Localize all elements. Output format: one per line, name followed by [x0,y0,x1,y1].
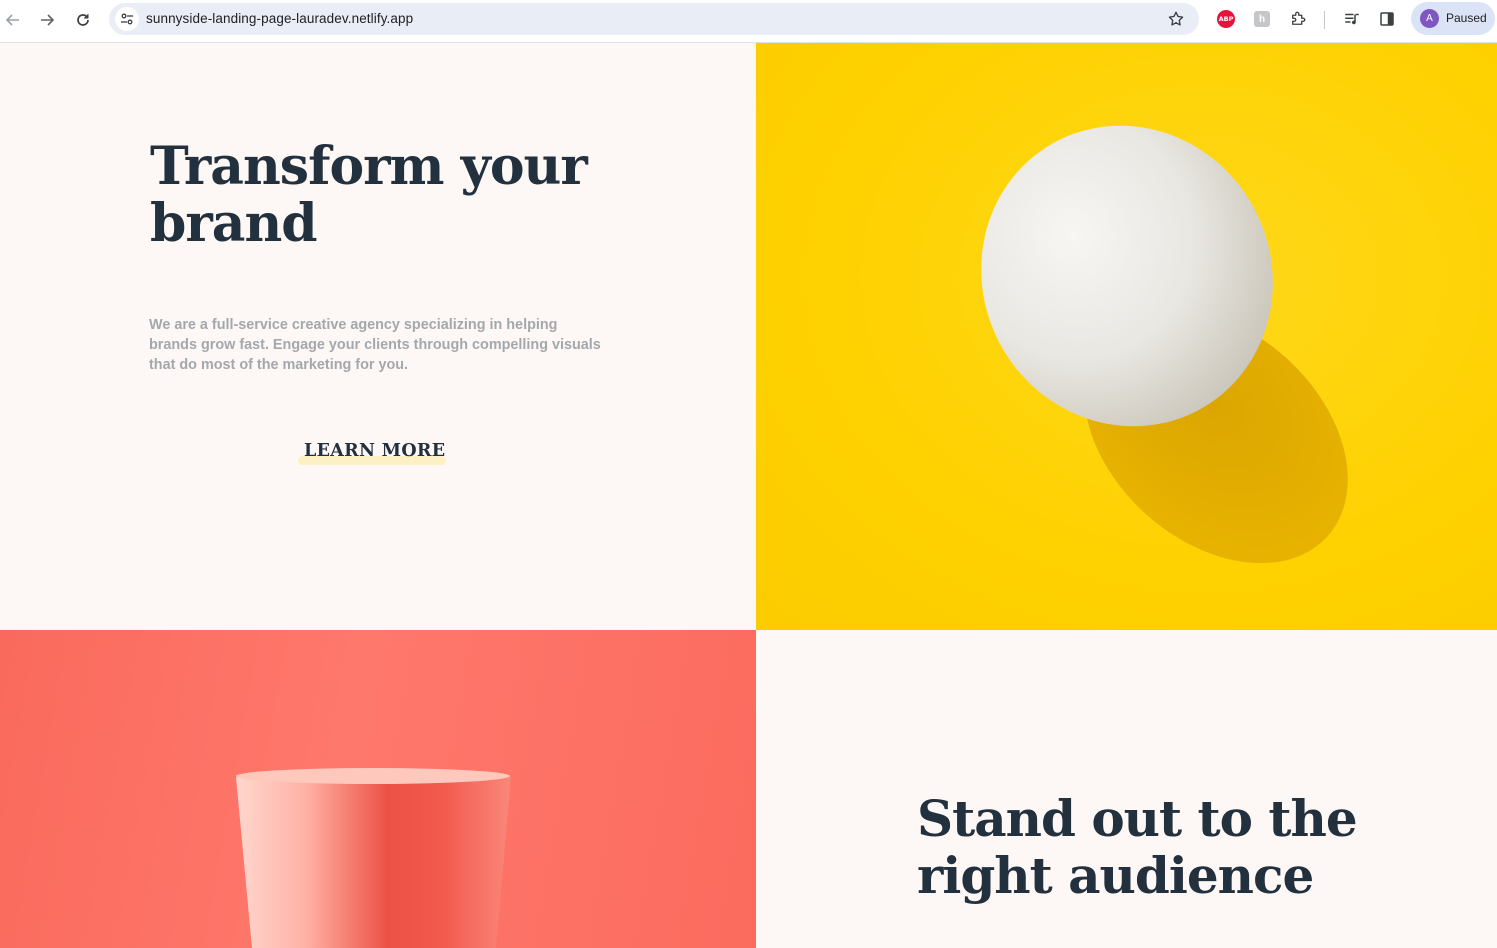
address-bar[interactable]: sunnyside-landing-page-lauradev.netlify.… [109,3,1199,35]
extensions-button[interactable] [1287,8,1309,30]
cup-image [0,630,756,948]
side-panel-button[interactable] [1376,8,1398,30]
standout-section: Stand out to the right audience [756,630,1497,948]
bookmark-star-button[interactable] [1165,8,1187,30]
hero-description: We are a full-service creative agency sp… [149,317,601,373]
star-icon [1168,11,1184,26]
standout-title: Stand out to the right audience [917,789,1358,905]
abp-icon: ABP [1217,10,1235,28]
adblock-plus-extension[interactable]: ABP [1215,8,1237,30]
forward-button[interactable] [34,7,60,33]
learn-more-label: LEARN MORE [304,441,446,461]
profile-status: Paused [1446,11,1487,25]
tune-icon [121,13,133,25]
hero-text-section: Transform your brand We are a full-servi… [0,43,756,630]
egg-image [756,43,1497,630]
back-button[interactable] [0,7,26,33]
arrow-right-icon [41,14,55,26]
puzzle-extensions-icon [1292,11,1306,25]
translate-extension[interactable]: h [1251,8,1273,30]
toolbar-divider [1324,11,1325,29]
translate-extension-icon: h [1254,11,1270,27]
cup-body [236,769,511,948]
reload-button[interactable] [70,7,96,33]
playlist-music-icon [1345,13,1359,25]
site-info-button[interactable] [115,7,139,31]
profile-button[interactable]: A Paused [1411,2,1495,35]
reload-icon [77,14,89,26]
egg-illustration [981,125,1348,564]
hero-title: Transform your brand [150,136,588,254]
learn-more-link[interactable]: LEARN MORE [298,441,448,467]
abp-label: ABP [1218,15,1234,23]
arrow-left-icon [5,14,19,26]
side-panel-icon [1380,12,1394,26]
cup-rim [236,768,510,784]
cup-illustration [236,768,511,948]
url-text[interactable]: sunnyside-landing-page-lauradev.netlify.… [146,11,413,26]
avatar: A [1420,9,1439,28]
media-controls-button[interactable] [1341,8,1363,30]
browser-toolbar: sunnyside-landing-page-lauradev.netlify.… [0,0,1497,43]
